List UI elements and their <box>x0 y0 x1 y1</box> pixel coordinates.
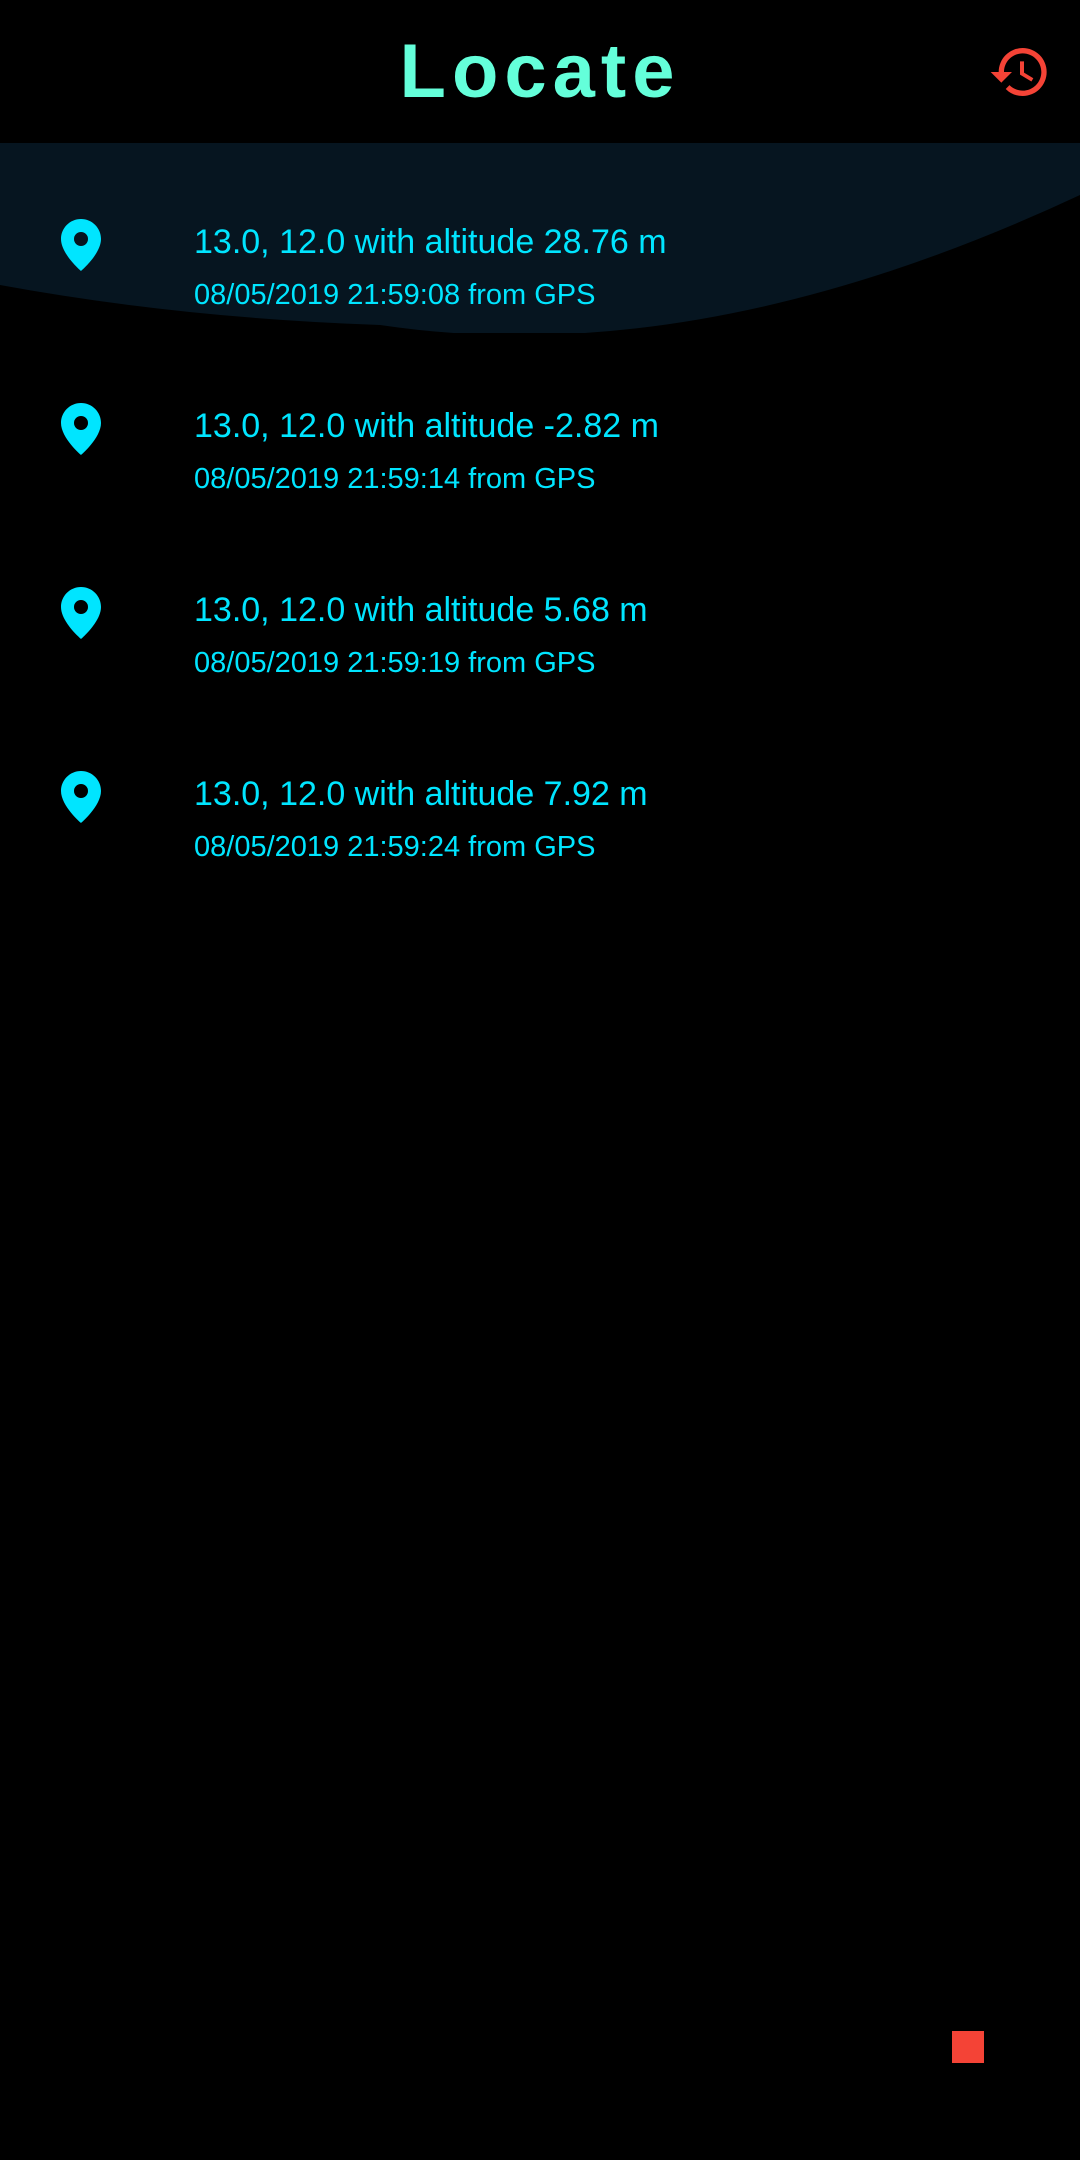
location-timestamp-source: 08/05/2019 21:59:08 from GPS <box>194 279 596 311</box>
history-icon <box>990 48 1047 97</box>
location-timestamp-source: 08/05/2019 21:59:24 from GPS <box>194 831 596 863</box>
location-list-item[interactable]: 13.0, 12.0 with altitude 7.92 m 08/05/20… <box>0 741 1080 925</box>
location-coordinates: 13.0, 12.0 with altitude 5.68 m <box>194 591 648 629</box>
app-header: Locate <box>0 0 1080 143</box>
location-timestamp-source: 08/05/2019 21:59:14 from GPS <box>194 463 596 495</box>
location-timestamp-source: 08/05/2019 21:59:19 from GPS <box>194 647 596 679</box>
location-pin-icon <box>61 587 101 639</box>
location-pin-icon <box>61 771 101 823</box>
stop-button[interactable] <box>952 2031 984 2063</box>
app-root: Locate 13.0, 12.0 with altitude 28.76 m … <box>0 0 1080 2160</box>
location-list-item[interactable]: 13.0, 12.0 with altitude 5.68 m 08/05/20… <box>0 557 1080 741</box>
location-pin-icon <box>61 403 101 455</box>
location-list-item[interactable]: 13.0, 12.0 with altitude -2.82 m 08/05/2… <box>0 373 1080 557</box>
location-list-item[interactable]: 13.0, 12.0 with altitude 28.76 m 08/05/2… <box>0 189 1080 373</box>
location-coordinates: 13.0, 12.0 with altitude 28.76 m <box>194 223 667 261</box>
history-button[interactable] <box>988 40 1052 104</box>
page-title: Locate <box>399 29 681 114</box>
location-coordinates: 13.0, 12.0 with altitude 7.92 m <box>194 775 648 813</box>
location-coordinates: 13.0, 12.0 with altitude -2.82 m <box>194 407 659 445</box>
location-pin-icon <box>61 219 101 271</box>
location-list: 13.0, 12.0 with altitude 28.76 m 08/05/2… <box>0 189 1080 925</box>
